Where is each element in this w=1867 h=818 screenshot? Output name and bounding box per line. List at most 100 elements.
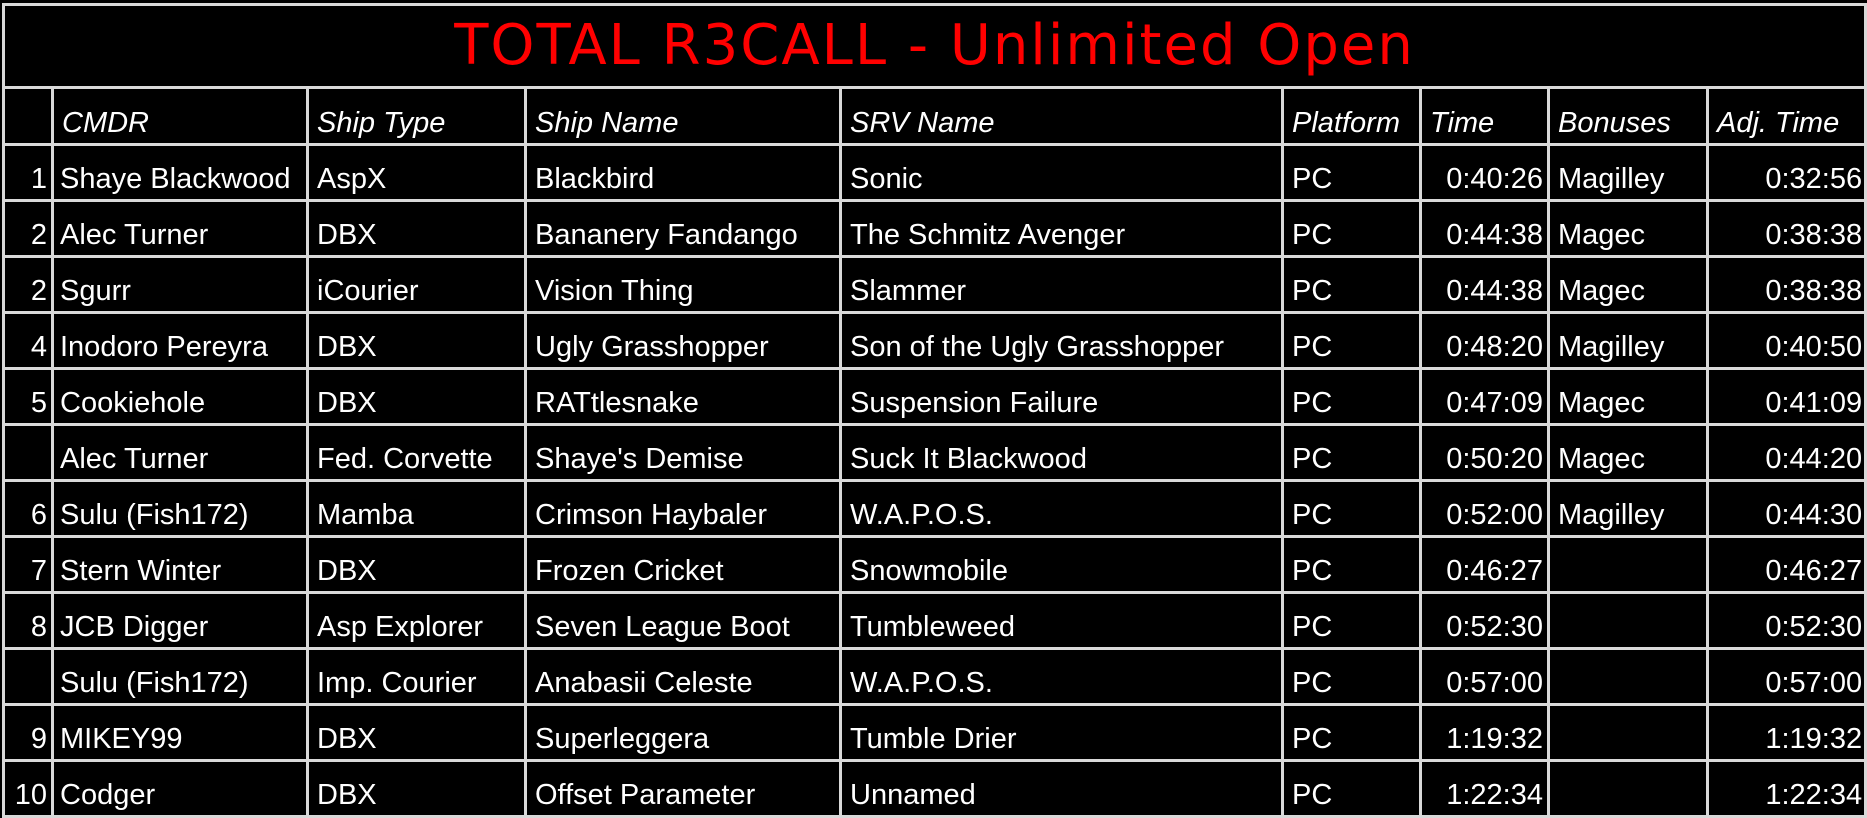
ship-name-cell: Frozen Cricket	[524, 535, 842, 594]
time-cell: 0:57:00	[1419, 647, 1550, 706]
platform-cell: PC	[1281, 143, 1422, 202]
adj-time-cell: 0:46:27	[1705, 535, 1867, 594]
bonuses-cell: Magilley	[1547, 311, 1709, 370]
srv-name-cell: Tumble Drier	[839, 703, 1284, 762]
table-row: 4 Inodoro Pereyra DBX Ugly Grasshopper Son o…	[2, 311, 1867, 370]
ship-type-cell: AspX	[306, 143, 527, 202]
adj-time-cell: 0:38:38	[1705, 255, 1867, 314]
header-cmdr: CMDR	[51, 86, 309, 146]
rank-cell: 10	[2, 759, 54, 818]
header-platform: Platform	[1281, 86, 1422, 146]
srv-name-cell: Suspension Failure	[839, 367, 1284, 426]
cmdr-cell: Alec Turner	[51, 423, 309, 482]
table-row: Sulu (Fish172) Imp. Courier Anabasii Celes…	[2, 647, 1867, 706]
platform-cell: PC	[1281, 199, 1422, 258]
rank-cell	[2, 423, 54, 482]
ship-name-cell: Shaye's Demise	[524, 423, 842, 482]
bonuses-cell	[1547, 703, 1709, 762]
header-srv-name: SRV Name	[839, 86, 1284, 146]
srv-name-cell: Sonic	[839, 143, 1284, 202]
bonuses-cell	[1547, 647, 1709, 706]
ship-type-cell: DBX	[306, 535, 527, 594]
cmdr-cell: Codger	[51, 759, 309, 818]
table-row: 2 Sgurr iCourier Vision Thing Slammer PC 0:44:…	[2, 255, 1867, 314]
ship-name-cell: Ugly Grasshopper	[524, 311, 842, 370]
header-time: Time	[1419, 86, 1550, 146]
header-adj-time: Adj. Time	[1705, 86, 1867, 146]
srv-name-cell: Son of the Ugly Grasshopper	[839, 311, 1284, 370]
time-cell: 0:44:38	[1419, 199, 1550, 258]
srv-name-cell: W.A.P.O.S.	[839, 647, 1284, 706]
title-row: TOTAL R3CALL - Unlimited Open	[1, 3, 1867, 89]
bonuses-cell: Magilley	[1547, 479, 1709, 538]
cmdr-cell: Stern Winter	[51, 535, 309, 594]
rank-cell: 9	[2, 703, 54, 762]
time-cell: 0:47:09	[1419, 367, 1550, 426]
header-rank	[2, 86, 54, 146]
rank-cell: 5	[2, 367, 54, 426]
platform-cell: PC	[1281, 591, 1422, 650]
table-row: 9 MIKEY99 DBX Superleggera Tumble Drier PC 1:1…	[2, 703, 1867, 762]
bonuses-cell: Magec	[1547, 367, 1709, 426]
ship-type-cell: DBX	[306, 703, 527, 762]
time-cell: 1:22:34	[1419, 759, 1550, 818]
ship-name-cell: Bananery Fandango	[524, 199, 842, 258]
ship-name-cell: Seven League Boot	[524, 591, 842, 650]
srv-name-cell: W.A.P.O.S.	[839, 479, 1284, 538]
adj-time-cell: 0:52:30	[1705, 591, 1867, 650]
table-row: 1 Shaye Blackwood AspX Blackbird Sonic PC 0:40…	[2, 143, 1867, 202]
rank-cell: 2	[2, 199, 54, 258]
table-row: 10 Codger DBX Offset Parameter Unnamed PC 1:22…	[2, 759, 1867, 818]
adj-time-cell: 0:44:30	[1705, 479, 1867, 538]
srv-name-cell: Tumbleweed	[839, 591, 1284, 650]
srv-name-cell: The Schmitz Avenger	[839, 199, 1284, 258]
bonuses-cell	[1547, 759, 1709, 818]
platform-cell: PC	[1281, 423, 1422, 482]
ship-type-cell: DBX	[306, 759, 527, 818]
table-row: 6 Sulu (Fish172) Mamba Crimson Haybaler W.A.…	[2, 479, 1867, 538]
platform-cell: PC	[1281, 703, 1422, 762]
adj-time-cell: 0:38:38	[1705, 199, 1867, 258]
header-ship-name: Ship Name	[524, 86, 842, 146]
rank-cell: 8	[2, 591, 54, 650]
ship-type-cell: Mamba	[306, 479, 527, 538]
ship-type-cell: Imp. Courier	[306, 647, 527, 706]
header-ship-type: Ship Type	[306, 86, 527, 146]
ship-name-cell: Offset Parameter	[524, 759, 842, 818]
rank-cell: 2	[2, 255, 54, 314]
table-row: Alec Turner Fed. Corvette Shaye's Demise Su…	[2, 423, 1867, 482]
bonuses-cell: Magec	[1547, 255, 1709, 314]
rank-cell: 1	[2, 143, 54, 202]
adj-time-cell: 0:57:00	[1705, 647, 1867, 706]
table-row: 8 JCB Digger Asp Explorer Seven League Boot…	[2, 591, 1867, 650]
adj-time-cell: 0:41:09	[1705, 367, 1867, 426]
results-table: TOTAL R3CALL - Unlimited Open CMDR Ship …	[1, 3, 1867, 818]
cmdr-cell: JCB Digger	[51, 591, 309, 650]
table-row: 5 Cookiehole DBX RATtlesnake Suspension Fail…	[2, 367, 1867, 426]
table-title: TOTAL R3CALL - Unlimited Open	[1, 3, 1867, 89]
rank-cell: 6	[2, 479, 54, 538]
ship-type-cell: iCourier	[306, 255, 527, 314]
header-row: CMDR Ship Type Ship Name SRV Name Platfo…	[2, 86, 1867, 146]
bonuses-cell: Magec	[1547, 199, 1709, 258]
time-cell: 0:52:00	[1419, 479, 1550, 538]
cmdr-cell: Cookiehole	[51, 367, 309, 426]
platform-cell: PC	[1281, 535, 1422, 594]
bonuses-cell	[1547, 591, 1709, 650]
ship-name-cell: Blackbird	[524, 143, 842, 202]
time-cell: 0:50:20	[1419, 423, 1550, 482]
bonuses-cell: Magilley	[1547, 143, 1709, 202]
platform-cell: PC	[1281, 759, 1422, 818]
bonuses-cell	[1547, 535, 1709, 594]
ship-name-cell: RATtlesnake	[524, 367, 842, 426]
ship-name-cell: Anabasii Celeste	[524, 647, 842, 706]
platform-cell: PC	[1281, 255, 1422, 314]
rank-cell: 4	[2, 311, 54, 370]
platform-cell: PC	[1281, 479, 1422, 538]
srv-name-cell: Snowmobile	[839, 535, 1284, 594]
ship-name-cell: Crimson Haybaler	[524, 479, 842, 538]
adj-time-cell: 0:40:50	[1705, 311, 1867, 370]
cmdr-cell: Inodoro Pereyra	[51, 311, 309, 370]
ship-type-cell: DBX	[306, 199, 527, 258]
ship-type-cell: Asp Explorer	[306, 591, 527, 650]
